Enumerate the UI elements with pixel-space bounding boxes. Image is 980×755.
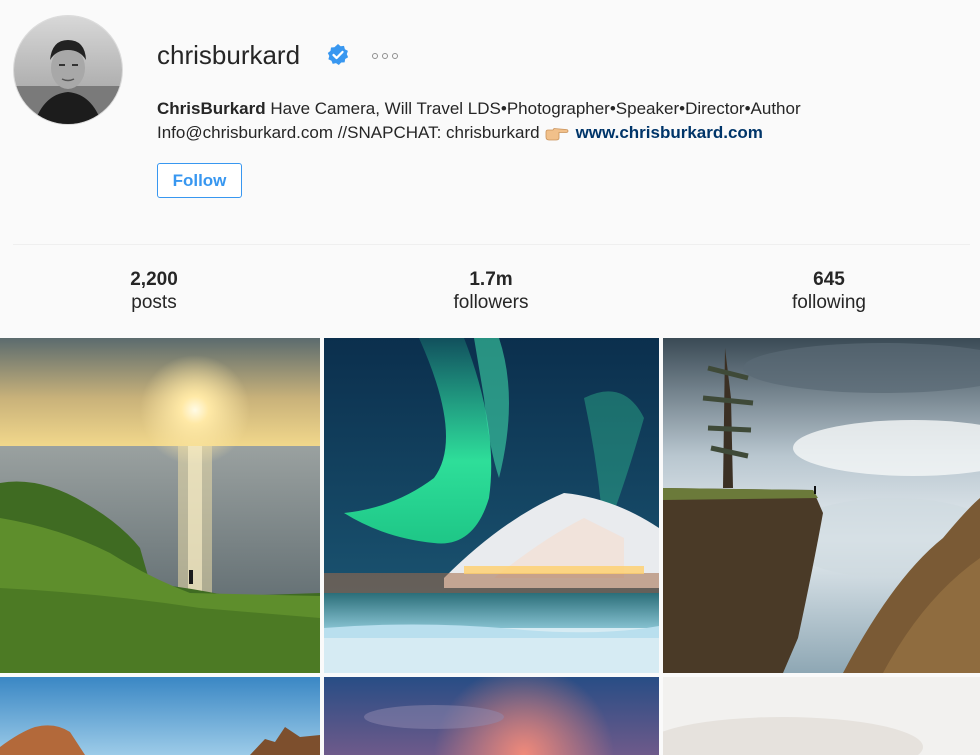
more-dot-icon — [372, 53, 378, 59]
posts-grid — [0, 338, 980, 755]
followers-count: 1.7m — [469, 269, 513, 290]
following-count: 645 — [813, 269, 845, 290]
stat-following[interactable]: 645 following — [729, 268, 929, 314]
profile-bio: ChrisBurkard Have Camera, Will Travel LD… — [157, 97, 957, 145]
stat-followers[interactable]: 1.7m followers — [391, 268, 591, 314]
pink-sky-photo — [324, 677, 659, 755]
post-misty[interactable] — [663, 677, 980, 755]
follow-button[interactable]: Follow — [157, 163, 242, 198]
coastal-rocks-photo — [0, 677, 320, 755]
post-pink-sky[interactable] — [324, 677, 659, 755]
bio-line-2: Info@chrisburkard.com //SNAPCHAT: chrisb… — [157, 121, 957, 145]
post-coastal-rocks[interactable] — [0, 677, 320, 755]
website-link[interactable]: www.chrisburkard.com — [576, 123, 763, 142]
more-dot-icon — [392, 53, 398, 59]
bio-full-name: ChrisBurkard — [157, 99, 266, 118]
post-aurora-mountain[interactable] — [324, 338, 659, 673]
verified-badge-icon — [327, 44, 349, 65]
section-divider — [13, 244, 970, 245]
stat-posts: 2,200 posts — [54, 268, 254, 314]
sunset-cliff-photo — [0, 338, 320, 673]
bio-description: Have Camera, Will Travel LDS•Photographe… — [265, 99, 801, 118]
bio-line-1: ChrisBurkard Have Camera, Will Travel LD… — [157, 97, 957, 121]
more-options-icon[interactable] — [372, 49, 408, 63]
post-sunset-cliff[interactable] — [0, 338, 320, 673]
profile-username: chrisburkard — [157, 40, 301, 70]
following-label: following — [792, 292, 866, 313]
bio-contact: Info@chrisburkard.com //SNAPCHAT: chrisb… — [157, 123, 540, 142]
more-dot-icon — [382, 53, 388, 59]
pointing-hand-emoji — [545, 127, 568, 140]
cliff-tree-photo — [663, 338, 980, 673]
posts-count: 2,200 — [130, 269, 178, 290]
posts-label: posts — [131, 292, 177, 313]
avatar-photo — [14, 16, 122, 124]
profile-avatar[interactable] — [13, 15, 123, 125]
misty-photo — [663, 677, 980, 755]
post-cliff-tree[interactable] — [663, 338, 980, 673]
aurora-mountain-photo — [324, 338, 659, 673]
followers-label: followers — [453, 292, 529, 313]
